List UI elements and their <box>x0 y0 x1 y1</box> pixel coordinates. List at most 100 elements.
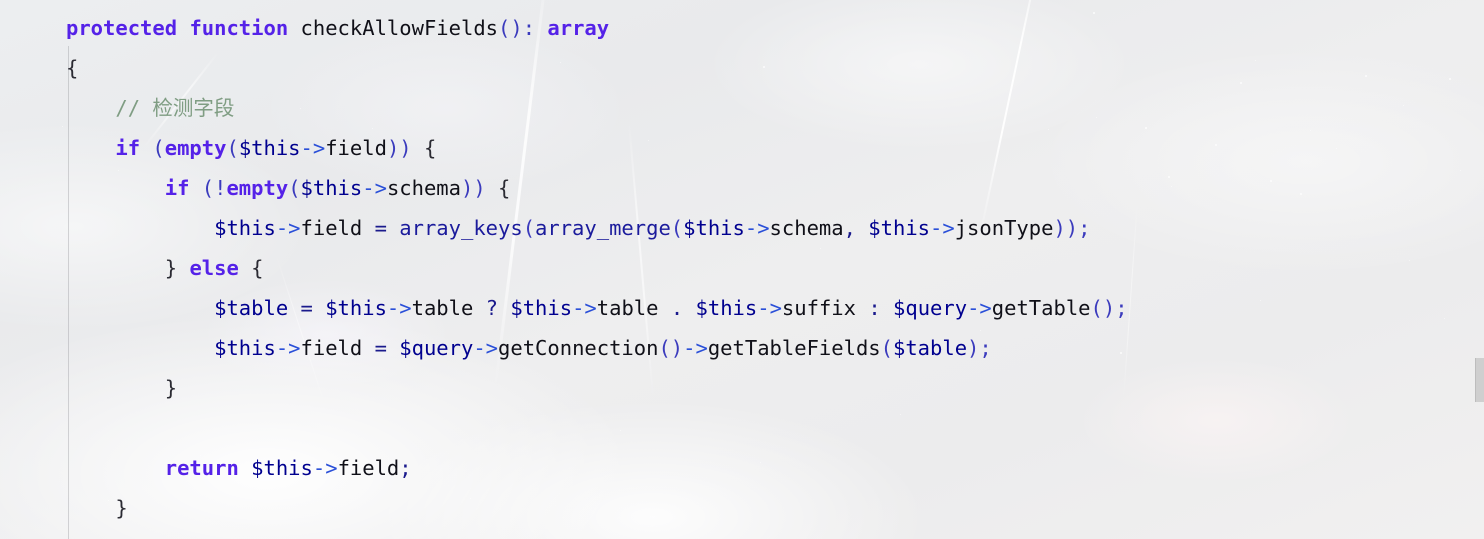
code-token-op: ? <box>485 296 499 320</box>
code-token-brace: } <box>164 256 178 280</box>
code-token-arrow: -> <box>967 296 992 320</box>
code-line-assign-field-gettablefields[interactable]: $this->field = $query->getConnection()->… <box>0 328 1484 368</box>
code-token-op: = <box>300 296 313 320</box>
code-line-if-not-empty-schema[interactable]: if (!empty($this->schema)) { <box>0 168 1484 208</box>
code-token-prop: table <box>411 296 474 320</box>
code-token-var: $table <box>892 336 968 360</box>
code-token-prop: jsonType <box>954 216 1054 240</box>
code-line-open-brace[interactable]: { <box>0 48 1484 88</box>
code-token-punc: (); <box>1090 296 1128 320</box>
code-token-prop: schema <box>386 176 461 200</box>
code-line-close-else[interactable]: } <box>0 368 1484 408</box>
code-token-var: $query <box>893 296 968 320</box>
code-token-arrow: -> <box>275 216 301 240</box>
code-token-punc: ( <box>288 176 301 200</box>
code-line-blank[interactable] <box>0 408 1484 448</box>
code-token-arrow: -> <box>572 296 597 320</box>
code-token-kw: empty <box>164 136 227 160</box>
code-token-op: . <box>670 296 684 320</box>
code-line-if-empty-field[interactable]: if (empty($this->field)) { <box>0 128 1484 168</box>
code-token-fn: array_keys <box>399 216 523 240</box>
code-token-punc: )); <box>1053 216 1091 240</box>
code-line-signature[interactable]: protected function checkAllowFields(): a… <box>0 8 1484 48</box>
code-token-var: $this <box>695 296 758 320</box>
code-token-arrow: -> <box>275 336 301 360</box>
code-token-brace: { <box>423 136 437 160</box>
code-token-prop: schema <box>769 216 844 240</box>
code-line-return-field[interactable]: return $this->field; <box>0 448 1484 488</box>
code-token-prop: getTableFields <box>707 336 881 360</box>
code-token-arrow: -> <box>757 296 782 320</box>
code-token-prop: field <box>300 336 363 360</box>
code-token-arrow: -> <box>930 216 955 240</box>
code-token-punc: ! <box>214 176 227 200</box>
code-line-comment-detect-field[interactable]: // 检测字段 <box>0 88 1484 128</box>
code-line-else-clause[interactable]: } else { <box>0 248 1484 288</box>
code-token-var: $this <box>510 296 573 320</box>
code-token-prop: getConnection <box>498 336 659 360</box>
code-token-brace: { <box>251 256 264 280</box>
code-token-arrow: -> <box>312 456 338 480</box>
code-token-fn: array_merge <box>535 216 671 240</box>
code-token-brace: } <box>115 496 128 520</box>
code-line-assign-field-array-keys[interactable]: $this->field = array_keys(array_merge($t… <box>0 208 1484 248</box>
code-token-punc: )) <box>386 136 412 160</box>
code-token-var: $this <box>214 216 276 240</box>
code-token-prop: getTable <box>991 296 1091 320</box>
code-token-punc: ( <box>226 136 239 160</box>
code-token-var: $this <box>214 336 276 360</box>
code-token-punc: ( <box>670 216 684 240</box>
code-token-op: = <box>374 216 387 240</box>
code-token-arrow: -> <box>300 136 326 160</box>
code-token-cmt: // 检测字段 <box>115 96 235 120</box>
code-token-var: $this <box>683 216 745 240</box>
code-token-brace: { <box>66 56 79 80</box>
vertical-scrollbar-thumb[interactable] <box>1475 358 1484 402</box>
code-line-assign-table-ternary[interactable]: $table = $this->table ? $this->table . $… <box>0 288 1484 328</box>
code-token-op: : <box>868 296 881 320</box>
code-line-close-if[interactable]: } <box>0 488 1484 528</box>
code-token-plain: checkAllowFields <box>300 16 499 40</box>
code-token-kw: if <box>164 176 190 200</box>
code-token-punc: ( <box>522 216 536 240</box>
code-token-brace: { <box>498 176 511 200</box>
code-token-prop: table <box>596 296 659 320</box>
code-token-punc: () <box>658 336 684 360</box>
code-token-var: $query <box>399 336 474 360</box>
code-token-var: $this <box>251 456 313 480</box>
code-token-prop: field <box>325 136 387 160</box>
code-token-punc: : <box>522 16 536 40</box>
code-token-op: , <box>843 216 856 240</box>
code-editor-viewport[interactable]: protected function checkAllowFields(): a… <box>0 0 1484 539</box>
code-token-punc: ( <box>880 336 893 360</box>
vertical-scrollbar-track[interactable] <box>1475 0 1484 539</box>
code-token-prop: field <box>337 456 400 480</box>
code-text-area[interactable]: protected function checkAllowFields(): a… <box>0 0 1484 528</box>
code-token-op: = <box>374 336 387 360</box>
